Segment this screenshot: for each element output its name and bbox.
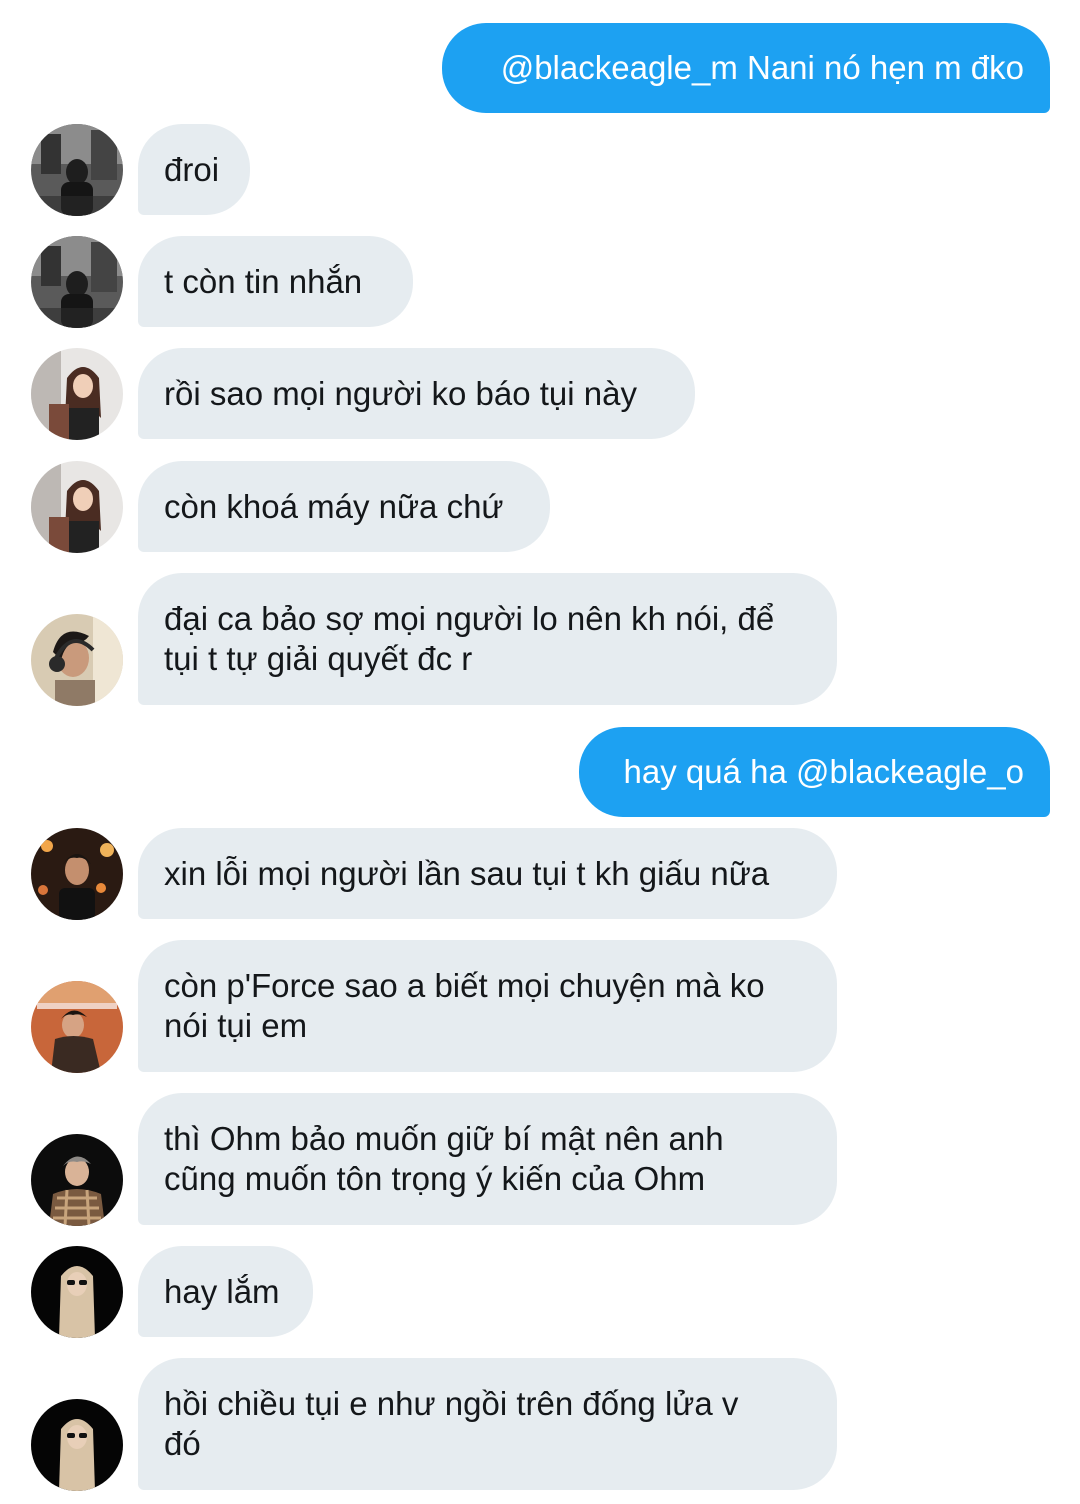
avatar-girl-mirror[interactable]	[31, 348, 123, 440]
incoming-message-bubble[interactable]: hồi chiều tụi e như ngồi trên đống lửa v…	[138, 1358, 837, 1490]
avatar-girl-mirror[interactable]	[31, 461, 123, 553]
incoming-message-bubble[interactable]: còn p'Force sao a biết mọi chuyện mà ko …	[138, 940, 837, 1072]
message-text: t còn tin nhắn	[164, 262, 363, 300]
avatar-street-bw[interactable]	[31, 236, 123, 328]
message-text: thì Ohm bảo muốn giữ bí mật nên anh cũng…	[164, 1120, 724, 1197]
outgoing-message-bubble[interactable]: hay quá ha @blackeagle_o	[579, 727, 1050, 817]
incoming-message-bubble[interactable]: t còn tin nhắn	[138, 236, 413, 327]
avatar-night-lights[interactable]	[31, 828, 123, 920]
incoming-message-bubble[interactable]: thì Ohm bảo muốn giữ bí mật nên anh cũng…	[138, 1093, 837, 1225]
incoming-message-bubble[interactable]: xin lỗi mọi người lần sau tụi t kh giấu …	[138, 828, 837, 919]
avatar-street-bw[interactable]	[31, 124, 123, 216]
message-text: @blackeagle_m Nani nó hẹn m đko	[500, 49, 1024, 86]
message-text: rồi sao mọi người ko báo tụi này	[164, 374, 637, 412]
incoming-message-bubble[interactable]: rồi sao mọi người ko báo tụi này	[138, 348, 695, 439]
message-text: còn p'Force sao a biết mọi chuyện mà ko …	[164, 967, 765, 1044]
incoming-message-bubble[interactable]: hay lắm	[138, 1246, 313, 1337]
incoming-message-bubble[interactable]: đại ca bảo sợ mọi người lo nên kh nói, đ…	[138, 573, 837, 705]
incoming-message-bubble[interactable]: còn khoá máy nữa chứ	[138, 461, 550, 552]
incoming-message-bubble[interactable]: đroi	[138, 124, 250, 215]
avatar-sunglasses[interactable]	[31, 1246, 123, 1338]
avatar-plaid-shirt[interactable]	[31, 1134, 123, 1226]
message-text: đại ca bảo sợ mọi người lo nên kh nói, đ…	[164, 600, 775, 677]
message-text: còn khoá máy nữa chứ	[164, 487, 504, 525]
message-text: hồi chiều tụi e như ngồi trên đống lửa v…	[164, 1385, 739, 1462]
message-text: hay quá ha @blackeagle_o	[623, 753, 1024, 790]
outgoing-message-bubble[interactable]: @blackeagle_m Nani nó hẹn m đko	[442, 23, 1050, 113]
avatar-orange-jacket[interactable]	[31, 981, 123, 1073]
avatar-sunglasses[interactable]	[31, 1399, 123, 1491]
message-text: đroi	[164, 150, 220, 188]
message-text: hay lắm	[164, 1272, 280, 1310]
message-text: xin lỗi mọi người lần sau tụi t kh giấu …	[164, 854, 770, 892]
avatar-headphones[interactable]	[31, 614, 123, 706]
message-thread: @blackeagle_m Nani nó hẹn m đko đroi t c…	[0, 0, 1080, 1504]
